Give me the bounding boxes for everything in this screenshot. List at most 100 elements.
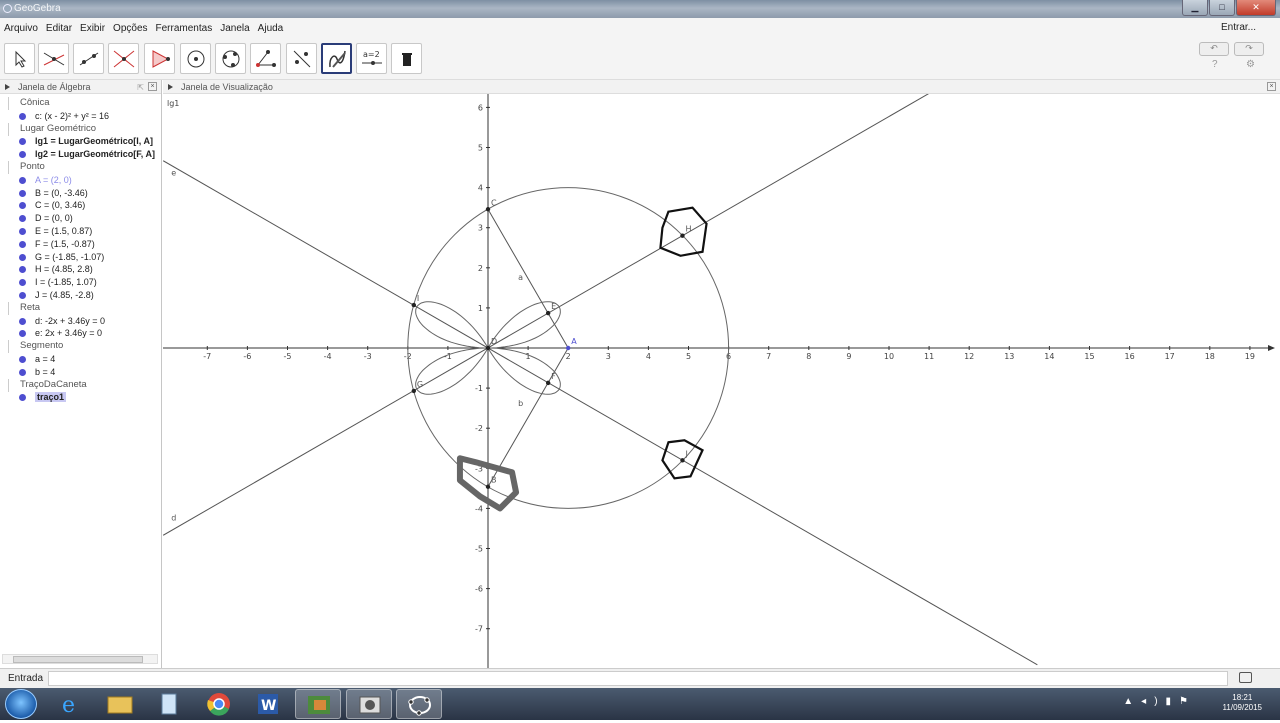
settings-icon[interactable]: ⚙ xyxy=(1246,59,1255,70)
line-d[interactable] xyxy=(163,94,929,536)
category-2[interactable]: Ponto xyxy=(0,160,161,174)
visibility-toggle-icon[interactable] xyxy=(19,394,26,402)
point-D[interactable] xyxy=(485,345,491,351)
move-tool-icon[interactable] xyxy=(4,43,35,74)
algebra-object[interactable]: I = (-1.85, 1.07) xyxy=(0,276,161,289)
algebra-object[interactable]: G = (-1.85, -1.07) xyxy=(0,251,161,264)
start-button-icon[interactable] xyxy=(5,689,37,719)
delete-tool-icon[interactable] xyxy=(391,43,422,74)
menu-janela[interactable]: Janela xyxy=(220,23,249,34)
menu-arquivo[interactable]: Arquivo xyxy=(4,23,38,34)
minimize-button[interactable]: ▁ xyxy=(1182,0,1208,16)
visibility-toggle-icon[interactable] xyxy=(19,291,26,299)
perpendicular-line-tool-icon[interactable] xyxy=(108,43,139,74)
algebra-object[interactable]: traço1 xyxy=(0,391,161,404)
visibility-toggle-icon[interactable] xyxy=(19,266,26,274)
line-e[interactable] xyxy=(163,160,1038,666)
algebra-object[interactable]: a = 4 xyxy=(0,353,161,366)
slider-tool-icon[interactable]: a=2 xyxy=(356,43,387,74)
category-0[interactable]: Cônica xyxy=(0,97,161,110)
algebra-object[interactable]: B = (0, -3.46) xyxy=(0,187,161,200)
ie-icon[interactable]: e xyxy=(48,689,94,719)
visibility-toggle-icon[interactable] xyxy=(19,368,26,376)
collapse-icon[interactable] xyxy=(5,84,10,90)
pen-stroke-1[interactable] xyxy=(659,206,708,257)
algebra-object[interactable]: lg2 = LugarGeométrico[F, A] xyxy=(0,148,161,161)
system-tray-icons[interactable]: ▲◂)▮⚑ xyxy=(1123,696,1196,707)
menu-opcoes[interactable]: Opções xyxy=(113,23,147,34)
visibility-toggle-icon[interactable] xyxy=(19,317,26,325)
algebra-object[interactable]: H = (4.85, 2.8) xyxy=(0,263,161,276)
geogebra-taskbar-icon[interactable] xyxy=(396,689,442,719)
input-field[interactable] xyxy=(48,671,1228,686)
algebra-object[interactable]: A = (2, 0) xyxy=(0,174,161,187)
visibility-toggle-icon[interactable] xyxy=(19,138,26,146)
angle-tool-icon[interactable] xyxy=(250,43,281,74)
visibility-toggle-icon[interactable] xyxy=(19,330,26,338)
word-icon[interactable]: W xyxy=(245,689,291,719)
visibility-toggle-icon[interactable] xyxy=(19,240,26,248)
visibility-toggle-icon[interactable] xyxy=(19,202,26,210)
algebra-object[interactable]: c: (x - 2)² + y² = 16 xyxy=(0,110,161,123)
notepad-icon[interactable] xyxy=(146,689,192,719)
algebra-object[interactable]: lg1 = LugarGeométrico[I, A] xyxy=(0,135,161,148)
close-button[interactable]: ✕ xyxy=(1236,0,1276,16)
algebra-object[interactable]: E = (1.5, 0.87) xyxy=(0,225,161,238)
login-link[interactable]: Entrar... xyxy=(1221,22,1256,33)
visibility-toggle-icon[interactable] xyxy=(19,279,26,287)
close-view-icon[interactable]: × xyxy=(1267,82,1276,91)
point-G[interactable] xyxy=(411,388,417,394)
algebra-object[interactable]: b = 4 xyxy=(0,366,161,379)
chrome-icon[interactable] xyxy=(196,689,242,719)
visibility-toggle-icon[interactable] xyxy=(19,176,26,184)
graphics-canvas[interactable]: -7 -6 -5 -4 -3 -2 -1 1 2 3 4 5 6 7 8 9 10 11 12 13 14 15 16 17 1… xyxy=(163,94,1280,668)
point-on-object-tool-icon[interactable] xyxy=(38,43,69,74)
pen-tool-icon[interactable] xyxy=(321,43,352,74)
collapse-icon[interactable] xyxy=(168,84,173,90)
circle-tool-icon[interactable] xyxy=(180,43,211,74)
algebra-object[interactable]: e: 2x + 3.46y = 0 xyxy=(0,327,161,340)
maximize-button[interactable]: □ xyxy=(1209,0,1235,16)
polygon-tool-icon[interactable] xyxy=(144,43,175,74)
photos-icon[interactable] xyxy=(295,689,341,719)
point-H[interactable] xyxy=(680,233,685,238)
point-C[interactable] xyxy=(485,207,491,212)
explorer-icon[interactable] xyxy=(97,689,143,719)
point-F[interactable] xyxy=(545,380,551,386)
redo-button[interactable]: ↷ xyxy=(1234,42,1264,56)
visibility-toggle-icon[interactable] xyxy=(19,355,26,363)
menu-ajuda[interactable]: Ajuda xyxy=(258,23,284,34)
category-4[interactable]: Segmento xyxy=(0,340,161,353)
algebra-object[interactable]: C = (0, 3.46) xyxy=(0,199,161,212)
conic-tool-icon[interactable] xyxy=(215,43,246,74)
reflect-tool-icon[interactable] xyxy=(286,43,317,74)
algebra-object[interactable]: D = (0, 0) xyxy=(0,212,161,225)
visibility-toggle-icon[interactable] xyxy=(19,253,26,261)
category-5[interactable]: TraçoDaCaneta xyxy=(0,378,161,392)
visibility-toggle-icon[interactable] xyxy=(19,151,26,159)
camera-app-icon[interactable] xyxy=(346,689,392,719)
point-B[interactable] xyxy=(485,484,491,489)
point-E[interactable] xyxy=(545,310,551,316)
help-icon[interactable]: ? xyxy=(1212,59,1218,70)
undock-icon[interactable]: ⇱ xyxy=(137,81,144,95)
point-I[interactable] xyxy=(411,302,417,308)
keyboard-icon[interactable] xyxy=(1239,672,1252,683)
graphics-view[interactable]: Janela de Visualização × -7 -6 -5 -4 -3 -2 -1 1… xyxy=(163,80,1280,668)
menu-editar[interactable]: Editar xyxy=(46,23,72,34)
menu-ferramentas[interactable]: Ferramentas xyxy=(156,23,213,34)
menu-exibir[interactable]: Exibir xyxy=(80,23,105,34)
algebra-object[interactable]: J = (4.85, -2.8) xyxy=(0,289,161,302)
line-tool-icon[interactable] xyxy=(73,43,104,74)
segment-a[interactable] xyxy=(487,209,569,349)
category-1[interactable]: Lugar Geométrico xyxy=(0,122,161,136)
horizontal-scrollbar[interactable] xyxy=(2,654,158,664)
visibility-toggle-icon[interactable] xyxy=(19,112,26,120)
scrollbar-thumb[interactable] xyxy=(13,656,143,663)
visibility-toggle-icon[interactable] xyxy=(19,215,26,223)
algebra-object[interactable]: d: -2x + 3.46y = 0 xyxy=(0,315,161,328)
visibility-toggle-icon[interactable] xyxy=(19,189,26,197)
point-A[interactable] xyxy=(566,345,571,351)
undo-button[interactable]: ↶ xyxy=(1199,42,1229,56)
clock[interactable]: 18:21 11/09/2015 xyxy=(1223,693,1262,713)
